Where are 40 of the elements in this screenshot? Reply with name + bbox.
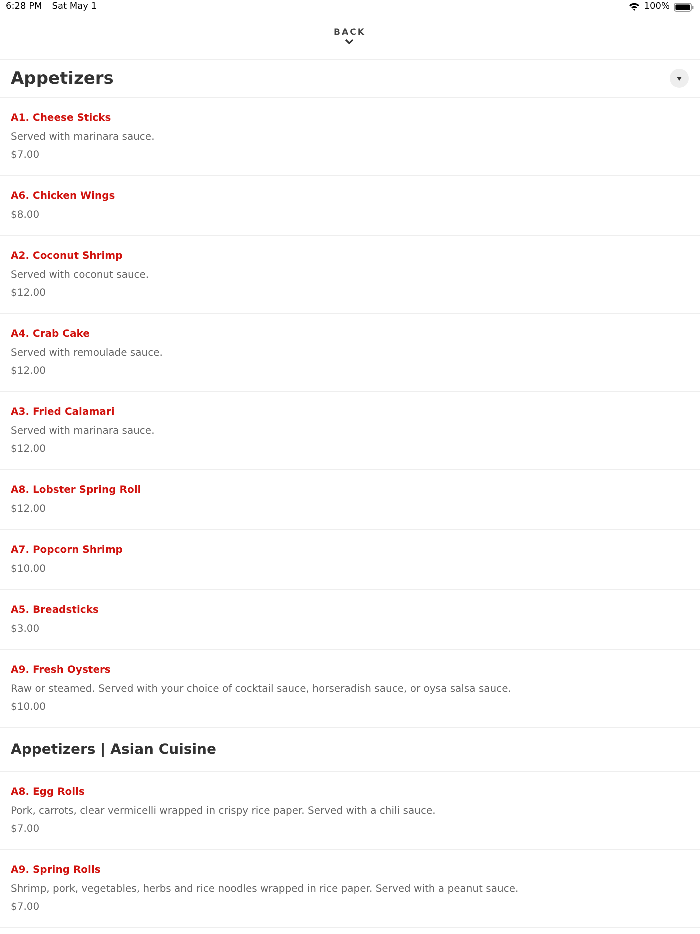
item-price: $12.00 [11,443,47,457]
item-price: $12.00 [11,365,47,379]
item-description: Served with marinara sauce. [11,131,156,145]
item-name[interactable]: A7. Popcorn Shrimp [11,542,689,560]
item-name[interactable]: A5. Breadsticks [11,602,689,620]
item-price: $12.00 [11,503,47,517]
item-name[interactable]: A9. Spring Rolls [11,862,689,880]
item-price: $10.00 [11,563,47,577]
item-name[interactable]: A2. Coconut Shrimp [11,248,689,266]
item-price: $3.00 [11,623,41,637]
battery-percent: 100% [644,2,670,12]
caret-icon [677,76,682,80]
item-description: Served with coconut sauce. [11,269,150,283]
item-price: $8.00 [11,209,41,223]
item-price: $7.00 [11,149,41,163]
section-title: Appetizers | Asian Cuisine [11,742,216,758]
item-name[interactable]: A6. Chicken Wings [11,188,689,206]
item-description: Raw or steamed. Served with your choice of cocktail sauce, horseradish sauce, or oysa salsa sauce. [11,683,512,697]
item-price: $12.00 [11,287,47,301]
collapse-button[interactable] [670,69,689,88]
item-price: $7.00 [11,823,41,837]
item-description: Shrimp, pork, vegetables, herbs and rice noodles wrapped in rice paper. Served with a peanut sauce. [11,883,520,897]
item-name[interactable]: A8. Egg Rolls [11,784,689,802]
item-price: $10.00 [11,701,47,715]
item-description: Pork, carrots, clear vermicelli wrapped in crispy rice paper. Served with a chili sauce. [11,805,437,819]
item-price: $7.00 [11,901,41,915]
item-name[interactable]: A3. Fried Calamari [11,404,689,422]
item-name[interactable]: A8. Lobster Spring Roll [11,482,689,500]
back-button[interactable]: BACK [334,28,366,45]
wifi-icon [629,3,640,11]
item-name[interactable]: A1. Cheese Sticks [11,110,689,128]
section-title: Appetizers [11,68,114,88]
battery-icon [674,2,694,12]
item-name[interactable]: A4. Crab Cake [11,326,689,344]
item-description: Served with remoulade sauce. [11,347,164,361]
chevron-down-icon [345,39,354,45]
time: 6:28 PM [6,2,42,12]
date: Sat May 1 [52,2,98,12]
item-name[interactable]: A9. Fresh Oysters [11,662,689,680]
item-description: Served with marinara sauce. [11,425,156,439]
